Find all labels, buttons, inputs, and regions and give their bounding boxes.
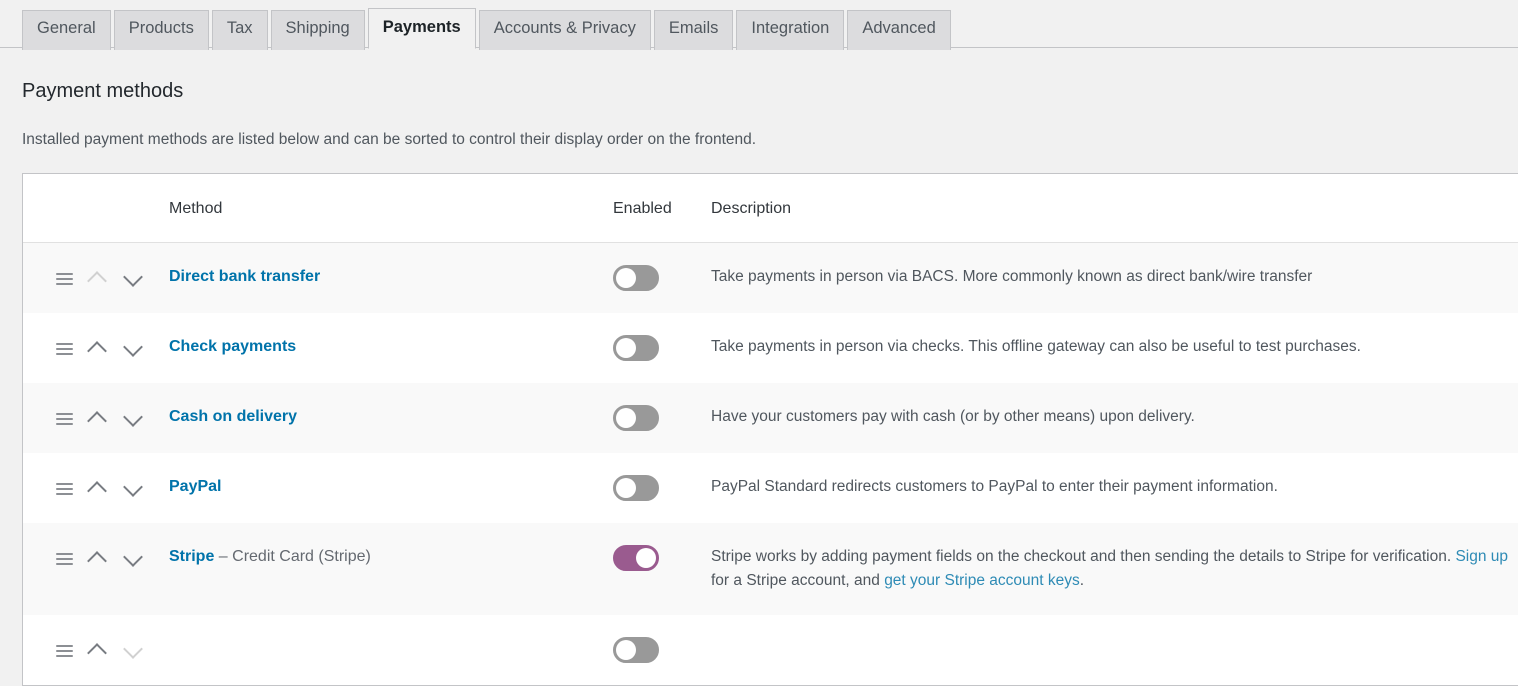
section-description: Installed payment methods are listed bel…	[22, 104, 1496, 151]
table-header-row: Method Enabled Description	[23, 174, 1518, 243]
enabled-toggle-cell	[613, 383, 711, 453]
enabled-toggle-cell	[613, 313, 711, 383]
method-name-cell: PayPal	[169, 453, 613, 523]
drag-handle-icon[interactable]	[56, 343, 73, 355]
description-link[interactable]: get your Stripe account keys	[884, 572, 1080, 589]
table-row: Check payments Take payments in person vi…	[23, 313, 1518, 383]
table-row: Cash on delivery Have your customers pay …	[23, 383, 1518, 453]
drag-handle-icon[interactable]	[56, 483, 73, 495]
payment-methods-table: Method Enabled Description Direct bank t…	[23, 174, 1518, 685]
chevron-up-icon[interactable]	[87, 338, 109, 360]
tab-emails[interactable]: Emails	[654, 10, 734, 50]
chevron-down-icon[interactable]	[123, 338, 145, 360]
tab-products[interactable]: Products	[114, 10, 209, 50]
chevron-up-icon[interactable]	[87, 548, 109, 570]
enabled-toggle[interactable]	[613, 405, 659, 431]
method-description-cell: Stripe works by adding payment fields on…	[711, 523, 1518, 615]
method-name-cell: Cash on delivery	[169, 383, 613, 453]
page-title: Payment methods	[22, 48, 1496, 104]
table-body: Direct bank transfer Take payments in per…	[23, 243, 1518, 686]
method-name-link[interactable]: Stripe	[169, 548, 214, 565]
chevron-down-icon[interactable]	[123, 478, 145, 500]
table-row	[23, 615, 1518, 685]
column-header-method: Method	[169, 174, 613, 243]
method-name-suffix: – Credit Card (Stripe)	[214, 548, 371, 565]
description-text: Have your customers pay with cash (or by…	[711, 408, 1195, 425]
drag-handle-icon[interactable]	[56, 553, 73, 565]
description-text: Take payments in person via BACS. More c…	[711, 268, 1312, 285]
method-description-cell: Have your customers pay with cash (or by…	[711, 383, 1518, 453]
enabled-toggle[interactable]	[613, 545, 659, 571]
column-header-enabled: Enabled	[613, 174, 711, 243]
enabled-toggle[interactable]	[613, 265, 659, 291]
drag-handle-icon[interactable]	[56, 273, 73, 285]
enabled-toggle-cell	[613, 523, 711, 615]
chevron-down-icon[interactable]	[123, 548, 145, 570]
chevron-up-icon[interactable]	[87, 408, 109, 430]
sort-controls-cell	[23, 453, 169, 523]
drag-handle-icon[interactable]	[56, 645, 73, 657]
chevron-up-icon[interactable]	[87, 268, 109, 290]
tab-payments[interactable]: Payments	[368, 8, 476, 49]
chevron-up-icon[interactable]	[87, 640, 109, 662]
tab-accounts-privacy[interactable]: Accounts & Privacy	[479, 10, 651, 50]
description-text: for a Stripe account, and	[711, 572, 884, 589]
sort-controls-cell	[23, 615, 169, 685]
method-name-cell: Check payments	[169, 313, 613, 383]
enabled-toggle-cell	[613, 243, 711, 314]
payment-methods-section-header: Payment methods Installed payment method…	[0, 48, 1518, 151]
sort-controls-cell	[23, 383, 169, 453]
description-text: .	[1080, 572, 1084, 589]
method-name-link[interactable]: Check payments	[169, 338, 296, 355]
sort-controls-cell	[23, 313, 169, 383]
method-description-cell: Take payments in person via BACS. More c…	[711, 243, 1518, 314]
enabled-toggle[interactable]	[613, 475, 659, 501]
enabled-toggle[interactable]	[613, 637, 659, 663]
enabled-toggle-cell	[613, 453, 711, 523]
chevron-down-icon[interactable]	[123, 408, 145, 430]
table-row: PayPal PayPal Standard redirects customer…	[23, 453, 1518, 523]
tab-advanced[interactable]: Advanced	[847, 10, 950, 50]
table-head: Method Enabled Description	[23, 174, 1518, 243]
tab-shipping[interactable]: Shipping	[271, 10, 365, 50]
description-text: Stripe works by adding payment fields on…	[711, 548, 1455, 565]
description-text: Take payments in person via checks. This…	[711, 338, 1361, 355]
method-name-cell: Stripe – Credit Card (Stripe)	[169, 523, 613, 615]
method-name-cell	[169, 615, 613, 685]
sort-controls-cell	[23, 243, 169, 314]
table-row: Direct bank transfer Take payments in per…	[23, 243, 1518, 314]
table-row: Stripe – Credit Card (Stripe) Stripe work…	[23, 523, 1518, 615]
method-description-cell: PayPal Standard redirects customers to P…	[711, 453, 1518, 523]
method-description-cell: Take payments in person via checks. This…	[711, 313, 1518, 383]
enabled-toggle-cell	[613, 615, 711, 685]
tab-tax[interactable]: Tax	[212, 10, 268, 50]
description-link[interactable]: Sign up	[1455, 548, 1508, 565]
method-name-cell: Direct bank transfer	[169, 243, 613, 314]
chevron-down-icon[interactable]	[123, 640, 145, 662]
tab-integration[interactable]: Integration	[736, 10, 844, 50]
description-text: PayPal Standard redirects customers to P…	[711, 478, 1278, 495]
drag-handle-icon[interactable]	[56, 413, 73, 425]
column-header-sort	[23, 174, 169, 243]
method-name-link[interactable]: Direct bank transfer	[169, 268, 320, 285]
settings-tab-bar: GeneralProductsTaxShippingPaymentsAccoun…	[0, 0, 1518, 48]
tab-general[interactable]: General	[22, 10, 111, 50]
enabled-toggle[interactable]	[613, 335, 659, 361]
method-name-link[interactable]: Cash on delivery	[169, 408, 297, 425]
chevron-down-icon[interactable]	[123, 268, 145, 290]
sort-controls-cell	[23, 523, 169, 615]
method-description-cell	[711, 615, 1518, 685]
chevron-up-icon[interactable]	[87, 478, 109, 500]
method-name-link[interactable]: PayPal	[169, 478, 221, 495]
payment-methods-table-container: Method Enabled Description Direct bank t…	[22, 173, 1518, 686]
column-header-description: Description	[711, 174, 1518, 243]
